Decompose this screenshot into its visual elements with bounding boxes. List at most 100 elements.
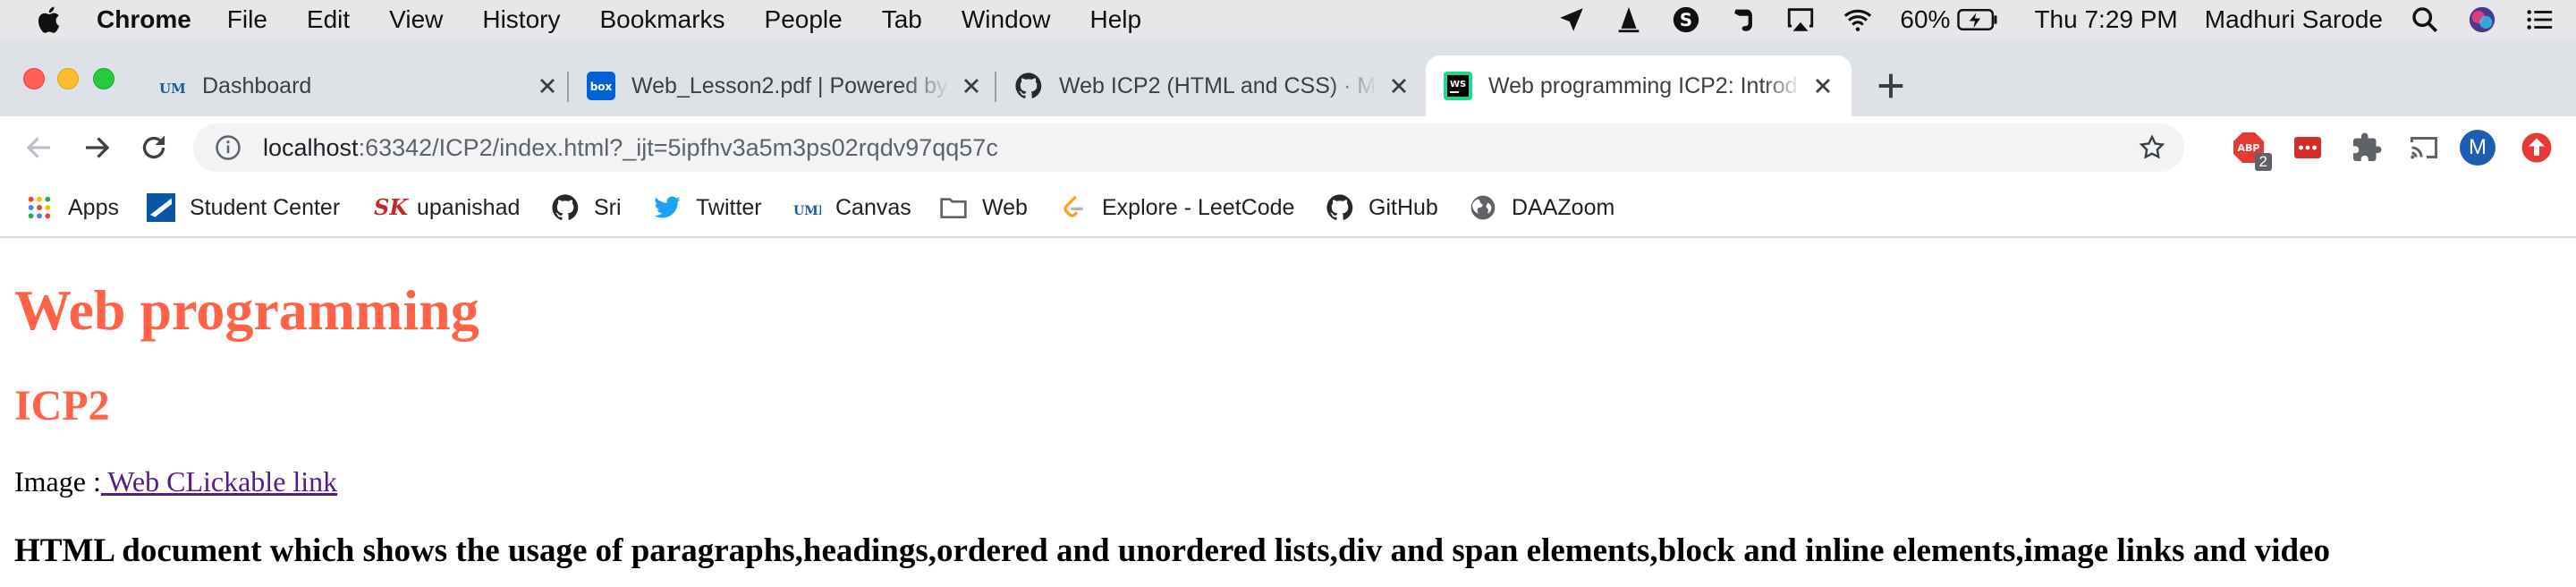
menu-people[interactable]: People [765, 5, 843, 34]
menu-help[interactable]: Help [1089, 5, 1141, 34]
bookmark-label: DAAZoom [1512, 194, 1615, 220]
siri-icon[interactable] [2467, 4, 2497, 35]
umkc-icon: UMKC [159, 81, 186, 97]
svg-text:WS: WS [1450, 80, 1466, 89]
bookmark-github[interactable]: GitHub [1326, 191, 1438, 224]
page-heading-1: Web programming [14, 278, 479, 342]
tab-strip: UMKC Dashboard box Web_Lesson2.pdf | Pow… [0, 39, 2576, 116]
close-icon[interactable] [959, 73, 984, 98]
clock[interactable]: Thu 7:29 PM [2034, 5, 2177, 34]
adblock-extension-icon[interactable]: ABP 2 [2233, 132, 2272, 171]
tab-title: Web ICP2 (HTML and CSS) · M [1059, 72, 1377, 98]
battery-icon[interactable] [1957, 7, 1998, 32]
adblock-badge-count: 2 [2254, 153, 2272, 171]
image-label: Image : [14, 465, 101, 498]
svg-text:UMKC: UMKC [159, 81, 186, 97]
bookmark-label: Sri [594, 194, 622, 220]
tab-title: Web programming ICP2: Introd [1488, 72, 1798, 98]
profile-initial: M [2469, 135, 2487, 159]
bookmark-label: Apps [68, 194, 119, 220]
window-close-button[interactable] [23, 68, 45, 89]
back-arrow-icon[interactable] [23, 132, 55, 164]
close-icon[interactable] [1386, 73, 1411, 98]
bookmark-student-center[interactable]: Student Center [147, 191, 340, 224]
image-link-paragraph: Image : Web CLickable link [14, 465, 337, 498]
bookmark-label: Canvas [835, 194, 911, 220]
menu-window[interactable]: Window [962, 5, 1051, 34]
bookmarks-bar: Apps Student Center SK upanishad Sri Twi… [0, 179, 2576, 238]
window-fullscreen-button[interactable] [93, 68, 114, 89]
page-content: Web programming ICP2 Image : Web CLickab… [0, 240, 2576, 587]
url-path: :63342/ICP2/index.html?_ijt=5ipfhv3a5m3p… [358, 133, 998, 161]
folder-icon [940, 198, 967, 218]
wifi-icon[interactable] [1843, 4, 1873, 35]
sk-icon: SK [374, 194, 409, 220]
apps-grid-icon [28, 196, 51, 219]
menu-history[interactable]: History [482, 5, 560, 34]
bookmark-label: GitHub [1368, 194, 1438, 220]
bookmark-upanishad[interactable]: SK upanishad [374, 191, 520, 224]
tab-dashboard[interactable]: UMKC Dashboard [157, 55, 560, 116]
tab-title: Web_Lesson2.pdf | Powered by Box [631, 72, 950, 98]
info-icon[interactable] [215, 134, 242, 161]
student-center-icon [147, 193, 175, 222]
bookmark-canvas[interactable]: UMKC Canvas [792, 191, 911, 224]
tab-web-programming-icp2[interactable]: WS Web programming ICP2: Introd [1426, 55, 1852, 116]
lastpass-extension-icon[interactable] [2292, 132, 2324, 164]
page-heading-2: ICP2 [14, 382, 110, 430]
url-host: localhost [263, 133, 359, 161]
leetcode-icon [1063, 195, 1083, 217]
svg-text:UMKC: UMKC [793, 204, 821, 218]
bookmark-star-icon[interactable] [2138, 133, 2166, 162]
battery-percent: 60% [1900, 5, 1951, 33]
github-icon [1015, 72, 1042, 98]
menu-edit[interactable]: Edit [307, 5, 350, 34]
cast-icon[interactable] [2408, 132, 2440, 164]
evernote-icon[interactable] [1728, 4, 1758, 35]
twitter-icon [654, 196, 681, 218]
new-tab-plus-icon[interactable] [1873, 68, 1909, 104]
profile-avatar[interactable]: M [2460, 130, 2496, 166]
location-arrow-icon[interactable] [1556, 4, 1587, 35]
apple-logo-icon[interactable] [34, 4, 66, 36]
reload-icon[interactable] [138, 132, 170, 164]
menu-file[interactable]: File [227, 5, 267, 34]
bookmark-web-folder[interactable]: Web [939, 191, 1028, 224]
umkc-icon: UMKC [793, 204, 821, 218]
menu-tab[interactable]: Tab [882, 5, 922, 34]
bookmark-twitter[interactable]: Twitter [653, 191, 762, 224]
clickable-link[interactable]: Web CLickable link [101, 465, 337, 498]
notification-center-icon[interactable] [2524, 4, 2555, 35]
github-icon [552, 194, 579, 220]
update-arrow-icon[interactable] [2521, 132, 2553, 164]
extensions-puzzle-icon[interactable] [2351, 132, 2383, 164]
skype-icon[interactable]: S [1671, 4, 1701, 35]
bookmark-label: Web [982, 194, 1028, 220]
address-bar[interactable]: localhost:63342/ICP2/index.html?_ijt=5ip… [193, 123, 2184, 172]
menu-view[interactable]: View [389, 5, 443, 34]
forward-arrow-icon[interactable] [80, 132, 113, 164]
bookmark-sri[interactable]: Sri [551, 191, 622, 224]
page-heading-4: HTML document which shows the usage of p… [14, 532, 2331, 569]
close-icon[interactable] [1810, 73, 1835, 98]
bookmark-daazoom[interactable]: DAAZoom [1469, 191, 1614, 224]
tab-separator [995, 72, 996, 102]
browser-toolbar: localhost:63342/ICP2/index.html?_ijt=5ip… [0, 116, 2576, 179]
tab-web-icp2-github[interactable]: Web ICP2 (HTML and CSS) · M [1014, 55, 1411, 116]
vlc-icon[interactable] [1614, 4, 1644, 35]
spotlight-search-icon[interactable] [2410, 4, 2440, 35]
github-icon [1326, 194, 1353, 220]
bookmark-leetcode[interactable]: Explore - LeetCode [1059, 191, 1294, 224]
tab-web-lesson-pdf[interactable]: box Web_Lesson2.pdf | Powered by Box [587, 55, 984, 116]
menu-app-chrome[interactable]: Chrome [97, 5, 191, 34]
window-minimize-button[interactable] [57, 68, 79, 89]
bookmark-label: Student Center [190, 194, 341, 220]
airplay-icon[interactable] [1785, 4, 1816, 35]
svg-text:S: S [1680, 10, 1692, 30]
macos-menu-bar: Chrome File Edit View History Bookmarks … [0, 0, 2576, 39]
box-icon: box [587, 72, 615, 100]
close-icon[interactable] [535, 73, 560, 98]
user-name[interactable]: Madhuri Sarode [2205, 5, 2383, 34]
menu-bookmarks[interactable]: Bookmarks [599, 5, 724, 34]
bookmark-apps[interactable]: Apps [25, 191, 119, 224]
